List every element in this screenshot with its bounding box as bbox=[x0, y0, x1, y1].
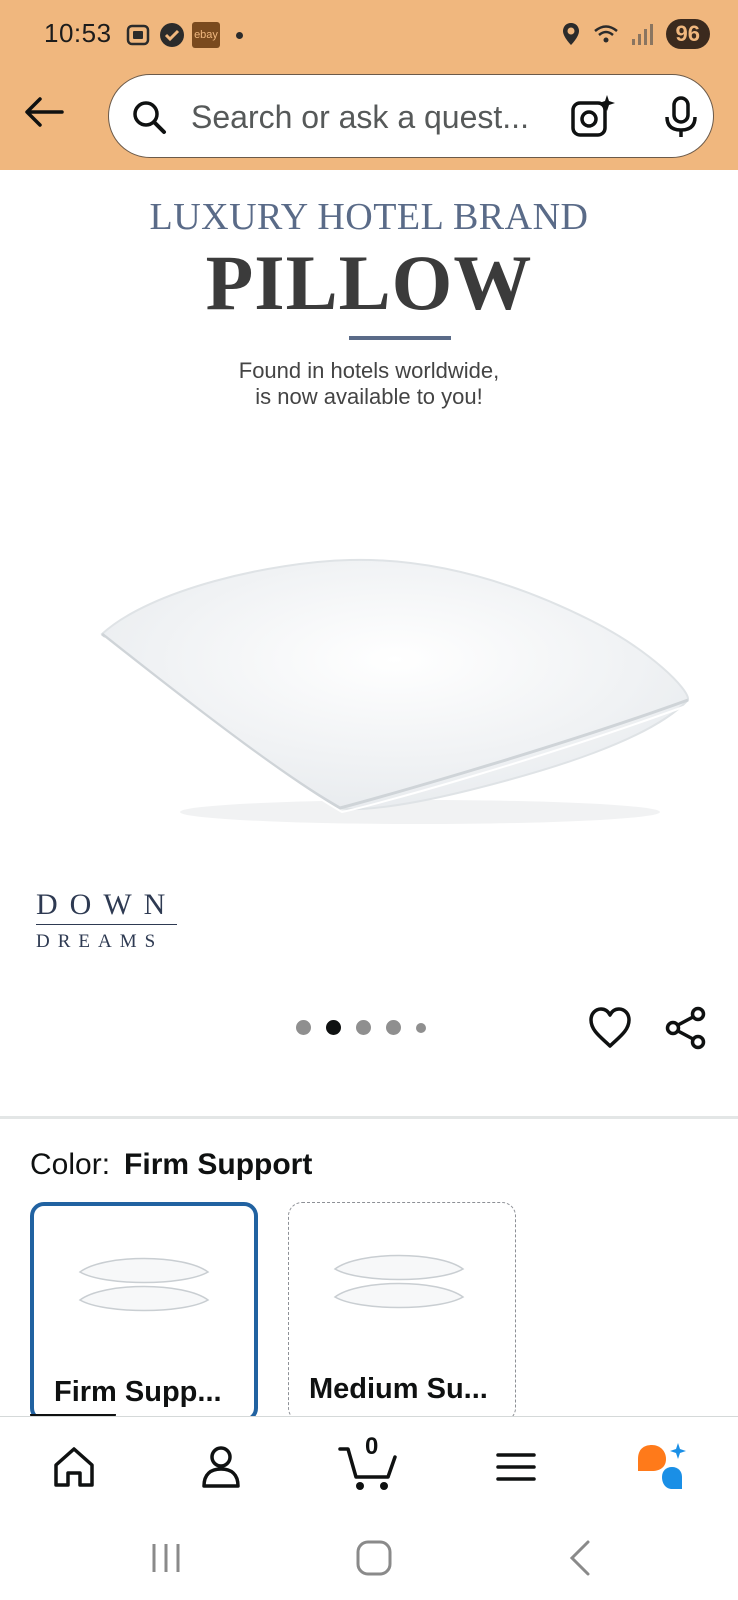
microphone-icon[interactable] bbox=[659, 95, 703, 139]
carousel-dot-active[interactable] bbox=[326, 1020, 341, 1035]
status-bar: 10:53 ebay 96 bbox=[0, 0, 738, 70]
location-icon bbox=[562, 23, 579, 45]
back-button[interactable] bbox=[22, 90, 66, 134]
signal-icon bbox=[631, 24, 653, 45]
rufus-icon[interactable] bbox=[634, 1439, 690, 1495]
promo-line-2: is now available to you! bbox=[255, 384, 483, 409]
cart-count: 0 bbox=[365, 1433, 379, 1460]
color-option-firm-support[interactable]: Firm Supp... bbox=[30, 1202, 258, 1422]
more-notifications-dot bbox=[236, 31, 243, 39]
battery-indicator: 96 bbox=[665, 19, 710, 49]
promo-line-1: Found in hotels worldwide, bbox=[238, 358, 500, 383]
camera-lens-icon[interactable] bbox=[569, 93, 617, 141]
carousel-dot[interactable] bbox=[386, 1020, 401, 1035]
section-divider bbox=[0, 1116, 738, 1119]
color-selected-value: Firm Support bbox=[124, 1148, 313, 1181]
search-bar[interactable]: Search or ask a quest... bbox=[108, 74, 714, 158]
promo-subtitle: LUXURY HOTEL BRAND bbox=[149, 196, 589, 238]
system-back-icon[interactable] bbox=[560, 1536, 604, 1580]
pillow-thumbnail bbox=[333, 1254, 465, 1309]
color-label: Color: bbox=[30, 1148, 111, 1181]
color-selector-heading: Color: Firm Support bbox=[30, 1148, 312, 1182]
status-time: 10:53 bbox=[44, 18, 112, 48]
promo-title: PILLOW bbox=[205, 239, 533, 326]
search-input[interactable]: Search or ask a quest... bbox=[191, 99, 551, 136]
account-icon[interactable] bbox=[193, 1439, 249, 1495]
notification-icons: ebay bbox=[124, 20, 243, 50]
brand-logo-line1: DOWN bbox=[36, 888, 178, 925]
arrow-left-icon bbox=[25, 97, 64, 127]
carousel-dot[interactable] bbox=[356, 1020, 371, 1035]
recent-apps-icon[interactable] bbox=[144, 1536, 188, 1580]
carousel-dot[interactable] bbox=[296, 1020, 311, 1035]
brand-logo: DOWN DREAMS bbox=[36, 888, 178, 953]
check-circle-icon bbox=[160, 23, 184, 47]
promo-divider bbox=[349, 336, 451, 340]
menu-icon[interactable] bbox=[488, 1439, 544, 1495]
heart-icon[interactable] bbox=[588, 1006, 632, 1050]
pillow-image bbox=[100, 558, 689, 824]
screenshot-icon bbox=[126, 24, 150, 46]
color-option-label: Medium Su... bbox=[309, 1373, 488, 1405]
search-icon bbox=[133, 101, 166, 134]
product-image-carousel[interactable]: LUXURY HOTEL BRAND PILLOW Found in hotel… bbox=[0, 170, 738, 1105]
share-icon[interactable] bbox=[664, 1006, 708, 1050]
system-status-icons: 96 bbox=[560, 18, 710, 50]
carousel-dot[interactable] bbox=[416, 1022, 426, 1033]
pillow-thumbnail bbox=[78, 1257, 210, 1312]
home-icon[interactable] bbox=[46, 1439, 102, 1495]
wifi-icon bbox=[593, 25, 618, 43]
brand-logo-line2: DREAMS bbox=[36, 931, 164, 952]
app-header: 10:53 ebay 96 Search or ask a quest... bbox=[0, 0, 738, 170]
color-option-label: Firm Supp... bbox=[54, 1376, 222, 1408]
system-navigation-bar bbox=[0, 1518, 738, 1600]
ebay-notification-icon: ebay bbox=[192, 22, 220, 48]
color-option-medium-support[interactable]: Medium Su... bbox=[288, 1202, 516, 1422]
carousel-indicator[interactable] bbox=[296, 1020, 426, 1035]
bottom-navigation: 0 bbox=[0, 1416, 738, 1518]
home-button-icon[interactable] bbox=[352, 1536, 396, 1580]
